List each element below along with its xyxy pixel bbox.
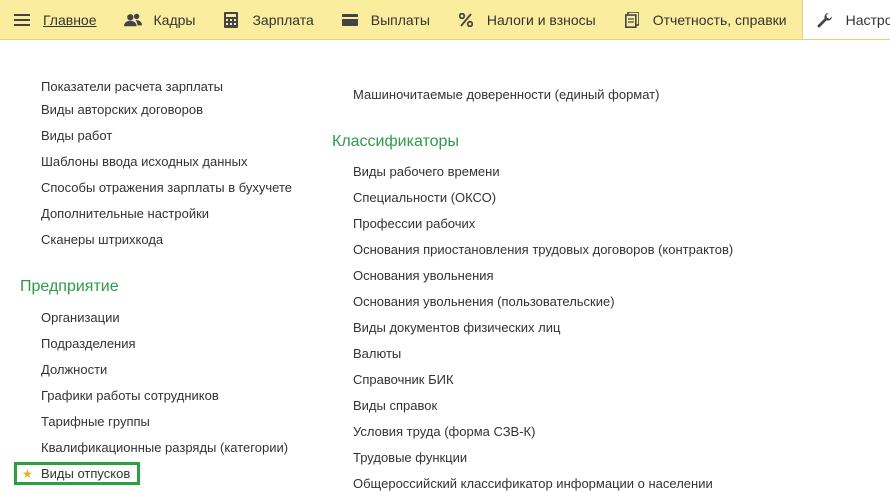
link-vacation-types[interactable]: Виды отпусков xyxy=(41,466,130,482)
link-working-conditions[interactable]: Условия труда (форма СЗВ-К) xyxy=(353,424,535,440)
link-contract-suspension-grounds[interactable]: Основания приостановления трудовых догов… xyxy=(353,242,733,258)
tab-label: Главное xyxy=(43,11,97,28)
link-barcode-scanners[interactable]: Сканеры штрихкода xyxy=(41,232,163,248)
link-departments[interactable]: Подразделения xyxy=(41,336,136,352)
tab-settings[interactable]: Настройка xyxy=(801,0,890,39)
link-currencies[interactable]: Валюты xyxy=(353,346,401,362)
percent-icon xyxy=(457,11,475,29)
link-tariff-groups[interactable]: Тарифные группы xyxy=(41,414,150,430)
link-population-classifier[interactable]: Общероссийский классификатор информации … xyxy=(353,476,713,492)
calculator-icon xyxy=(222,11,240,29)
hamburger-icon xyxy=(13,11,31,29)
tab-personnel[interactable]: Кадры xyxy=(111,0,210,39)
link-work-schedules[interactable]: Графики работы сотрудников xyxy=(41,388,219,404)
link-bik-directory[interactable]: Справочник БИК xyxy=(353,372,454,388)
tab-label: Выплаты xyxy=(370,11,430,28)
tab-label: Налоги и взносы xyxy=(486,11,596,28)
tab-label: Кадры xyxy=(153,11,196,28)
tab-taxes[interactable]: Налоги и взносы xyxy=(444,0,610,39)
link-specialties[interactable]: Специальности (ОКСО) xyxy=(353,190,496,206)
tab-label: Отчетность, справки xyxy=(652,11,787,28)
tab-salary[interactable]: Зарплата xyxy=(209,0,327,39)
link-dismissal-grounds-custom[interactable]: Основания увольнения (пользовательские) xyxy=(353,294,615,310)
settings-panel: Показатели расчета зарплаты Виды авторск… xyxy=(0,40,890,492)
link-salary-indicators[interactable]: Показатели расчета зарплаты xyxy=(41,79,223,95)
link-accounting-reflection[interactable]: Способы отражения зарплаты в бухучете xyxy=(41,180,292,196)
wrench-icon xyxy=(816,11,834,29)
main-menu-bar: Главное Кадры Зарплата Выплаты Налоги и … xyxy=(0,0,890,40)
link-additional-settings[interactable]: Дополнительные настройки xyxy=(41,206,209,222)
wallet-icon xyxy=(341,11,359,29)
tab-reports[interactable]: Отчетность, справки xyxy=(610,0,801,39)
users-icon xyxy=(123,11,142,29)
link-identity-document-types[interactable]: Виды документов физических лиц xyxy=(353,320,560,336)
link-machine-readable-poa[interactable]: Машиночитаемые доверенности (единый форм… xyxy=(353,87,659,103)
link-input-templates[interactable]: Шаблоны ввода исходных данных xyxy=(41,154,247,170)
star-icon: ★ xyxy=(22,467,33,481)
link-qualification-grades[interactable]: Квалификационные разряды (категории) xyxy=(41,440,288,456)
section-title-enterprise: Предприятие xyxy=(20,278,119,295)
tab-label: Зарплата xyxy=(252,11,314,28)
link-author-contract-types[interactable]: Виды авторских договоров xyxy=(41,102,203,118)
link-positions[interactable]: Должности xyxy=(41,362,107,378)
link-dismissal-grounds[interactable]: Основания увольнения xyxy=(353,268,494,284)
tab-payments[interactable]: Выплаты xyxy=(328,0,444,39)
link-work-types[interactable]: Виды работ xyxy=(41,128,112,144)
tab-label: Настройка xyxy=(845,11,890,28)
documents-icon xyxy=(623,11,641,29)
link-working-time-types[interactable]: Виды рабочего времени xyxy=(353,164,500,180)
link-certificate-types[interactable]: Виды справок xyxy=(353,398,437,414)
tab-main[interactable]: Главное xyxy=(0,0,111,39)
link-organizations[interactable]: Организации xyxy=(41,310,120,326)
link-labor-functions[interactable]: Трудовые функции xyxy=(353,450,467,466)
section-title-classifiers: Классификаторы xyxy=(332,133,459,150)
link-worker-professions[interactable]: Профессии рабочих xyxy=(353,216,475,232)
